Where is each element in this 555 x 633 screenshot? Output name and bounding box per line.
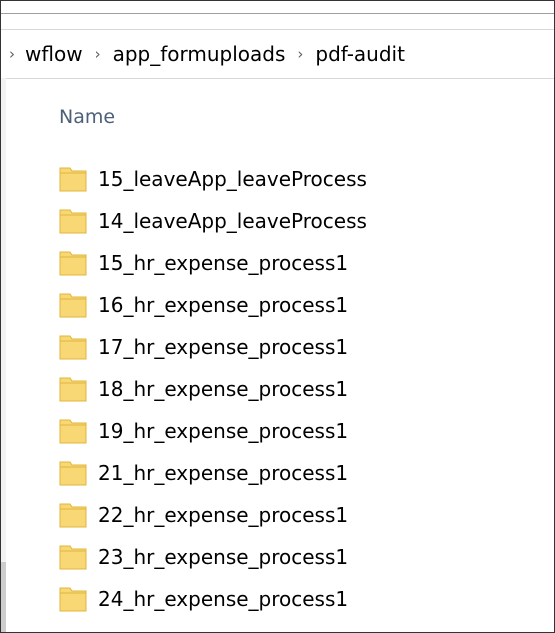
navigation-pane-scrollbar[interactable] xyxy=(1,78,6,632)
list-item-label: 15_leaveApp_leaveProcess xyxy=(98,167,367,191)
chevron-right-icon[interactable]: › xyxy=(287,45,313,63)
window-top-divider xyxy=(1,13,554,14)
list-item[interactable]: 23_hr_expense_process1 xyxy=(57,536,554,578)
list-item-label: 23_hr_expense_process1 xyxy=(98,545,349,569)
list-item[interactable]: 16_hr_expense_process1 xyxy=(57,284,554,326)
folder-icon xyxy=(59,419,87,444)
list-item-label: 21_hr_expense_process1 xyxy=(98,461,349,485)
folder-icon xyxy=(59,587,87,612)
list-item-label: 15_hr_expense_process1 xyxy=(98,251,349,275)
list-item-label: 14_leaveApp_leaveProcess xyxy=(98,209,367,233)
folder-icon xyxy=(59,377,87,402)
chevron-right-icon[interactable]: › xyxy=(1,45,23,63)
list-item[interactable]: 15_leaveApp_leaveProcess xyxy=(57,158,554,200)
folder-icon xyxy=(59,167,87,192)
list-item[interactable]: 17_hr_expense_process1 xyxy=(57,326,554,368)
chevron-right-icon[interactable]: › xyxy=(85,45,111,63)
list-item[interactable]: 15_hr_expense_process1 xyxy=(57,242,554,284)
breadcrumb-item-wflow[interactable]: wflow xyxy=(23,38,85,70)
column-header-name[interactable]: Name xyxy=(59,106,115,128)
folder-icon xyxy=(59,335,87,360)
list-item-label: 16_hr_expense_process1 xyxy=(98,293,349,317)
folder-icon xyxy=(59,293,87,318)
list-item-label: 22_hr_expense_process1 xyxy=(98,503,349,527)
list-item[interactable]: 14_leaveApp_leaveProcess xyxy=(57,200,554,242)
folder-icon xyxy=(59,209,87,234)
folder-icon xyxy=(59,503,87,528)
list-item[interactable]: 21_hr_expense_process1 xyxy=(57,452,554,494)
list-item[interactable]: 18_hr_expense_process1 xyxy=(57,368,554,410)
list-item-label: 18_hr_expense_process1 xyxy=(98,377,349,401)
breadcrumb-item-pdf-audit[interactable]: pdf-audit xyxy=(313,38,407,70)
list-item-label: 17_hr_expense_process1 xyxy=(98,335,349,359)
address-bar[interactable]: › wflow › app_formuploads › pdf-audit xyxy=(1,29,554,79)
folder-icon xyxy=(59,251,87,276)
list-item[interactable]: 19_hr_expense_process1 xyxy=(57,410,554,452)
file-list: 15_leaveApp_leaveProcess 14_leaveApp_leav… xyxy=(57,158,554,620)
list-item-label: 24_hr_expense_process1 xyxy=(98,587,349,611)
file-list-pane: Name 15_leaveApp_leaveProcess 14_leaveApp… xyxy=(1,78,554,632)
explorer-window: › wflow › app_formuploads › pdf-audit Na… xyxy=(0,0,555,633)
folder-icon xyxy=(59,545,87,570)
breadcrumb-item-app-formuploads[interactable]: app_formuploads xyxy=(111,38,288,70)
scrollbar-thumb[interactable] xyxy=(1,562,6,632)
folder-icon xyxy=(59,461,87,486)
list-item[interactable]: 22_hr_expense_process1 xyxy=(57,494,554,536)
list-item[interactable]: 24_hr_expense_process1 xyxy=(57,578,554,620)
list-item-label: 19_hr_expense_process1 xyxy=(98,419,349,443)
